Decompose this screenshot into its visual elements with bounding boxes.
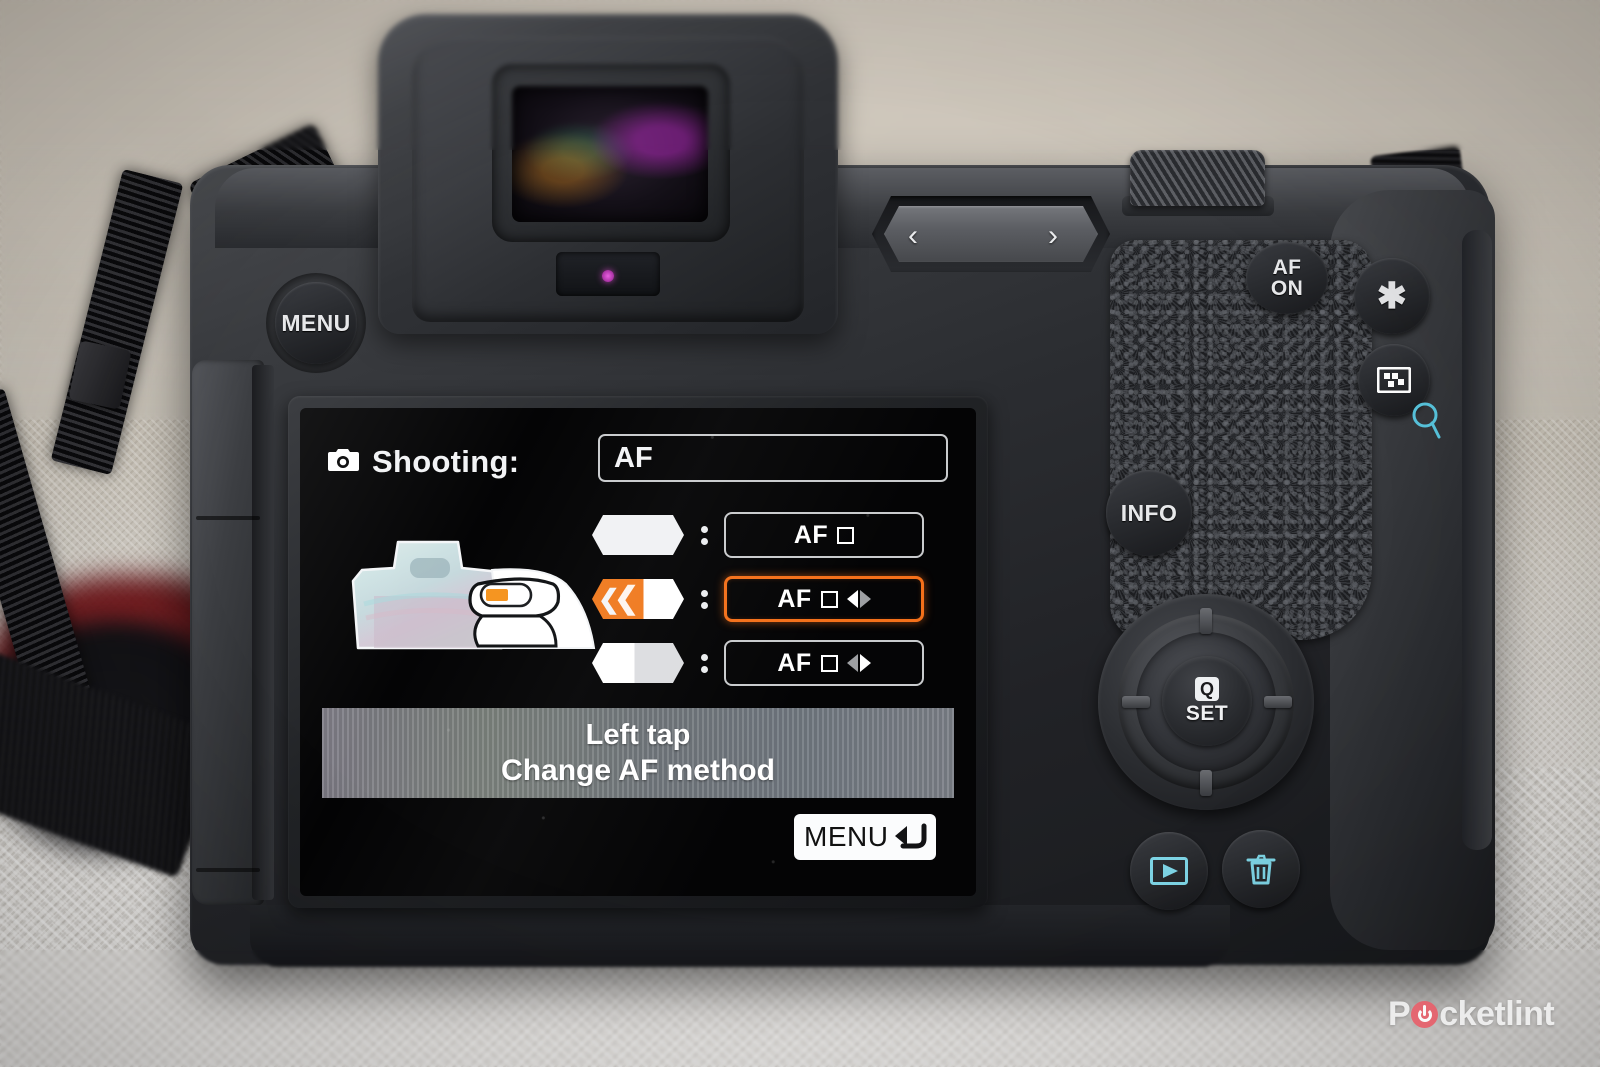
dial-nub-up[interactable] <box>1200 608 1212 634</box>
eye-sensor-led <box>602 270 614 282</box>
screen-hinge-seam-upper <box>196 516 260 520</box>
q-set-q-label: Q <box>1195 676 1219 701</box>
q-set-button[interactable]: Q SET <box>1162 656 1252 746</box>
screen-header: Shooting: <box>326 444 519 480</box>
camera-bottom-chin <box>250 905 1230 967</box>
asterisk-icon: ✱ <box>1376 275 1408 316</box>
info-button-label: INFO <box>1120 499 1178 526</box>
af-frame-icon <box>837 526 855 544</box>
row-separator <box>684 521 724 550</box>
row-separator <box>684 649 724 678</box>
af-field[interactable]: AF <box>598 434 948 482</box>
playback-button[interactable] <box>1130 832 1208 910</box>
magnify-q-icon <box>1410 400 1444 442</box>
dial-nub-right[interactable] <box>1264 696 1292 708</box>
power-icon <box>1411 1001 1439 1028</box>
menu-return-badge[interactable]: MENU <box>794 814 937 860</box>
chevron-left-icon: ‹ <box>908 219 918 252</box>
af-option-2-label: AF <box>777 584 812 613</box>
camera-right-edge <box>1462 230 1492 850</box>
row-separator <box>684 585 724 614</box>
page-title: Shooting: <box>372 444 520 479</box>
playback-icon <box>1150 857 1188 885</box>
q-set-set-label: SET <box>1185 701 1229 725</box>
camera-illustration <box>350 526 610 678</box>
af-on-line1: AF <box>1272 256 1302 279</box>
dial-nub-left[interactable] <box>1122 696 1150 708</box>
dial-nub-down[interactable] <box>1200 770 1212 796</box>
trash-icon <box>1243 851 1279 887</box>
info-button[interactable]: INFO <box>1106 470 1192 556</box>
delete-button[interactable] <box>1222 830 1300 908</box>
thumb-grip-pad <box>1110 240 1372 640</box>
af-option-row-selected[interactable]: ❮ ❮ AF <box>592 576 924 622</box>
af-option-2[interactable]: AF <box>724 576 924 622</box>
return-arrow-icon <box>894 822 928 852</box>
electronic-viewfinder-icon[interactable] <box>512 86 708 222</box>
mfn-bar-plain-icon <box>592 515 684 555</box>
mfn-bar-left-tap-icon: ❮ ❮ <box>592 579 684 619</box>
watermark-text-after: cketlint <box>1439 995 1555 1033</box>
menu-button[interactable]: MENU <box>275 282 357 364</box>
watermark-text-before: P <box>1388 995 1411 1033</box>
knurled-dial-icon[interactable] <box>1130 150 1265 206</box>
af-option-1[interactable]: AF <box>724 512 924 558</box>
af-frame-icon <box>820 590 838 608</box>
mfn-bar-right-half-icon <box>592 643 684 683</box>
af-option-1-label: AF <box>793 520 829 549</box>
chevron-right-icon: › <box>1048 219 1058 252</box>
screen-hinge-edge <box>252 365 274 900</box>
screenshot-canvas: MENU ‹ › AF ON ✱ INFO Q SET Shooting: AF… <box>0 0 1600 1067</box>
status-banner: Left tap Change AF method <box>322 708 954 798</box>
af-expand-arrows-icon <box>846 654 871 672</box>
lcd-screen[interactable]: Shooting: AF AF ❮ ❮ AF AF Left tap Chang… <box>300 408 976 896</box>
af-option-row[interactable]: AF <box>592 640 924 686</box>
af-point-select-icon <box>1377 367 1411 393</box>
af-option-row[interactable]: AF <box>592 512 924 558</box>
screen-hinge-seam-lower <box>196 868 260 872</box>
af-option-3-label: AF <box>777 648 812 677</box>
af-on-button[interactable]: AF ON <box>1246 242 1328 314</box>
af-field-value: AF <box>614 441 653 474</box>
menu-button-label: MENU <box>281 309 351 336</box>
ae-lock-button[interactable]: ✱ <box>1354 258 1430 334</box>
camera-icon <box>326 447 360 478</box>
af-expand-arrows-icon <box>846 590 871 608</box>
banner-line-2: Change AF method <box>501 753 775 787</box>
af-frame-icon <box>820 654 838 672</box>
pocketlint-watermark: P cketlint <box>1388 995 1555 1034</box>
af-option-3[interactable]: AF <box>724 640 924 686</box>
af-on-line2: ON <box>1270 277 1304 300</box>
menu-return-label: MENU <box>804 821 889 852</box>
banner-line-1: Left tap <box>585 718 691 751</box>
